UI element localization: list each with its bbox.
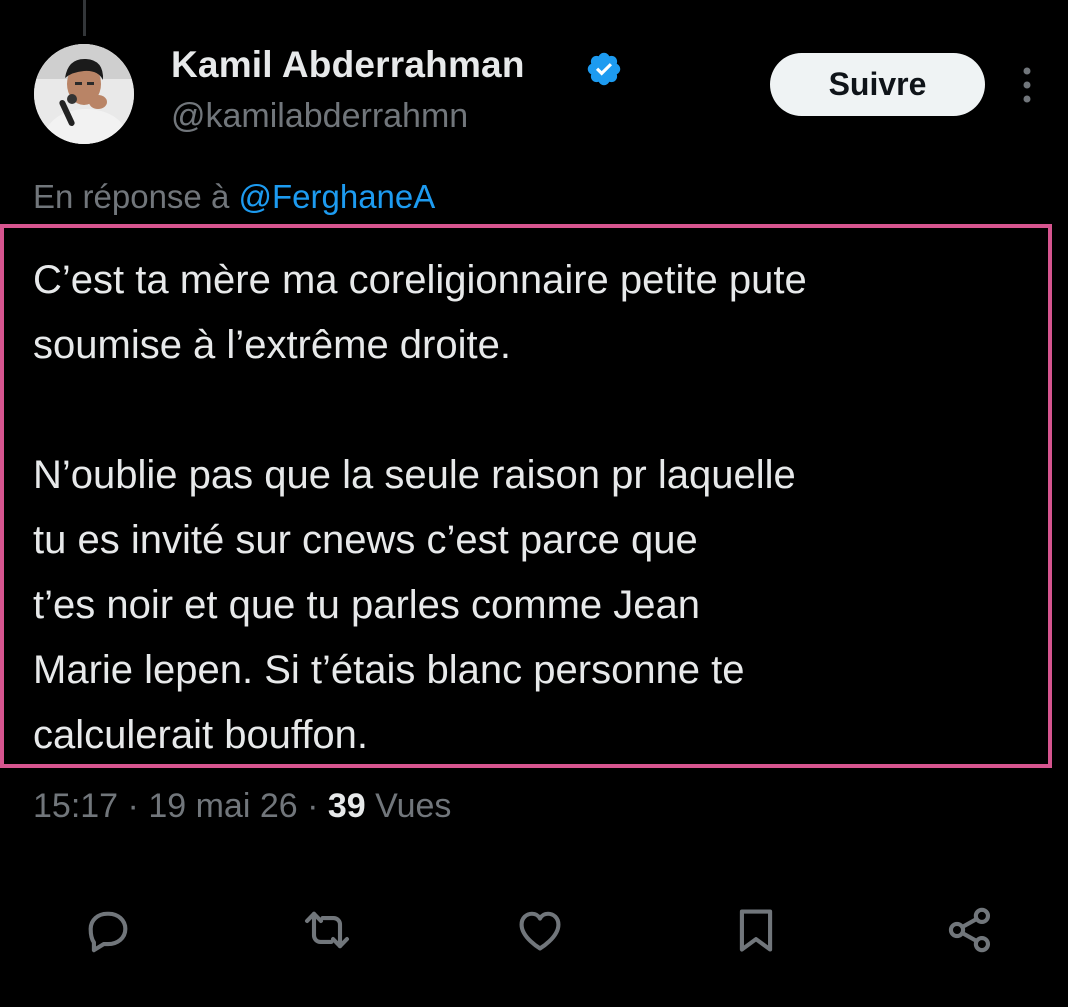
follow-button[interactable]: Suivre: [770, 53, 985, 116]
more-vertical-icon[interactable]: [1012, 64, 1042, 106]
tweet-time[interactable]: 15:17: [33, 787, 118, 825]
avatar-image: [34, 44, 134, 144]
tweet-text-line: calculerait bouffon.: [33, 713, 369, 757]
reply-context: En réponse à @FerghaneA: [33, 178, 435, 216]
like-icon[interactable]: [514, 904, 566, 956]
tweet-date[interactable]: 19 mai 26: [148, 787, 297, 825]
views-count[interactable]: 39: [328, 787, 366, 825]
tweet-text-line: Marie lepen. Si t’étais blanc personne t…: [33, 648, 745, 692]
retweet-icon[interactable]: [301, 904, 353, 956]
reply-mention-link[interactable]: @FerghaneA: [238, 178, 435, 215]
bookmark-icon[interactable]: [730, 904, 782, 956]
author-handle[interactable]: @kamilabderrahmn: [171, 97, 468, 136]
tweet-text-line: soumise à l’extrême droite.: [33, 323, 511, 367]
tweet-metadata: 15:17 · 19 mai 26 · 39 Vues: [33, 787, 451, 826]
tweet-text-line: C’est ta mère ma coreligionnaire petite …: [33, 258, 807, 302]
reply-prefix: En réponse à: [33, 178, 230, 215]
share-icon[interactable]: [944, 904, 996, 956]
verified-badge-icon: [587, 52, 621, 86]
meta-separator: ·: [127, 787, 139, 825]
tweet-text-line: tu es invité sur cnews c’est parce que: [33, 518, 698, 562]
tweet-text: C’est ta mère ma coreligionnaire petite …: [33, 248, 1043, 768]
tweet-text-line: N’oublie pas que la seule raison pr laqu…: [33, 453, 796, 497]
avatar[interactable]: [34, 44, 134, 144]
author-display-name[interactable]: Kamil Abderrahman: [171, 44, 525, 86]
tweet-text-line: t’es noir et que tu parles comme Jean: [33, 583, 701, 627]
reply-icon[interactable]: [82, 904, 134, 956]
meta-separator: ·: [307, 787, 319, 825]
views-label: Vues: [375, 787, 452, 825]
thread-connector-line: [83, 0, 86, 36]
